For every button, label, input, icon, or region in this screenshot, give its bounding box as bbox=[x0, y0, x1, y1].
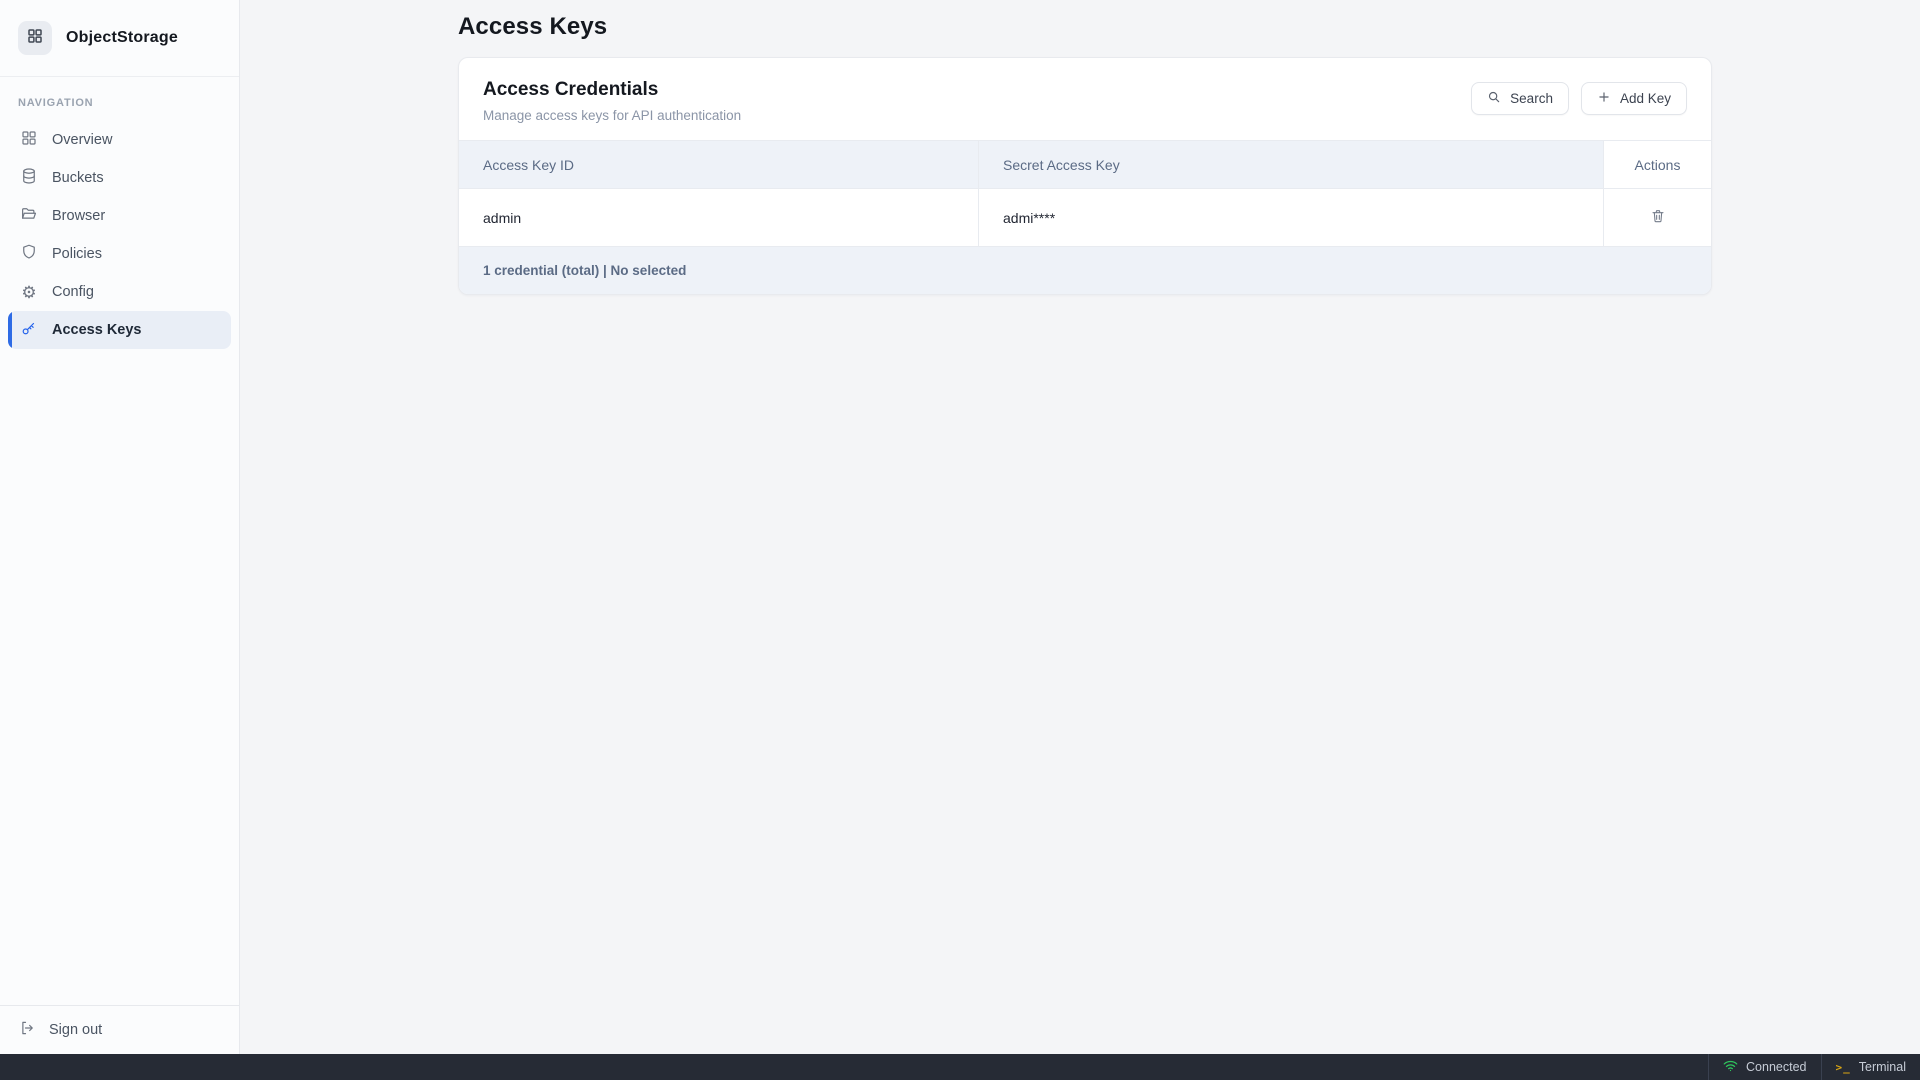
add-key-button-label: Add Key bbox=[1620, 91, 1671, 106]
credentials-table: Access Key ID Secret Access Key Actions … bbox=[459, 140, 1711, 294]
column-header-access-key-id: Access Key ID bbox=[459, 141, 979, 188]
app-logo-button[interactable] bbox=[18, 21, 52, 55]
card-title: Access Credentials bbox=[483, 79, 741, 101]
table-footer-text: 1 credential (total) | No selected bbox=[483, 263, 686, 278]
sidebar-item-label: Browser bbox=[52, 208, 105, 224]
sidebar-item-buckets[interactable]: Buckets bbox=[0, 159, 239, 197]
grid-icon bbox=[26, 27, 44, 50]
sidebar: ObjectStorage NAVIGATION Overview bbox=[0, 0, 240, 1054]
search-button[interactable]: Search bbox=[1471, 82, 1569, 115]
sign-out-button[interactable]: Sign out bbox=[18, 1019, 221, 1041]
terminal-label: Terminal bbox=[1859, 1060, 1906, 1074]
app-title: ObjectStorage bbox=[66, 29, 178, 47]
terminal-prompt-icon: >_ bbox=[1836, 1061, 1851, 1074]
sidebar-item-label: Overview bbox=[52, 132, 112, 148]
column-header-secret-access-key: Secret Access Key bbox=[979, 141, 1604, 188]
terminal-launcher[interactable]: >_ Terminal bbox=[1821, 1054, 1920, 1080]
app-root: ObjectStorage NAVIGATION Overview bbox=[0, 0, 1920, 1080]
grid-icon bbox=[20, 129, 38, 151]
wifi-icon bbox=[1723, 1059, 1738, 1075]
search-button-label: Search bbox=[1510, 91, 1553, 106]
sidebar-item-label: Config bbox=[52, 284, 94, 300]
plus-icon bbox=[1597, 90, 1611, 107]
main-content: Access Keys Access Credentials Manage ac… bbox=[240, 0, 1920, 1054]
trash-icon bbox=[1650, 208, 1666, 227]
sidebar-item-overview[interactable]: Overview bbox=[0, 121, 239, 159]
folder-icon bbox=[20, 205, 38, 227]
table-footer: 1 credential (total) | No selected bbox=[459, 247, 1711, 294]
page-title: Access Keys bbox=[458, 13, 1712, 41]
key-icon bbox=[20, 319, 38, 341]
sidebar-item-label: Buckets bbox=[52, 170, 104, 186]
column-header-actions: Actions bbox=[1604, 141, 1711, 188]
table-header-row: Access Key ID Secret Access Key Actions bbox=[459, 141, 1711, 189]
sidebar-item-label: Policies bbox=[52, 246, 102, 262]
connection-status-label: Connected bbox=[1746, 1060, 1806, 1074]
sidebar-item-policies[interactable]: Policies bbox=[0, 235, 239, 273]
cell-actions bbox=[1604, 189, 1711, 246]
logout-icon bbox=[18, 1019, 36, 1041]
connection-status: Connected bbox=[1708, 1054, 1820, 1080]
card-header-text: Access Credentials Manage access keys fo… bbox=[483, 79, 741, 123]
shield-icon bbox=[20, 243, 38, 265]
sidebar-header: ObjectStorage bbox=[0, 0, 239, 77]
nav-section-label: NAVIGATION bbox=[0, 97, 239, 109]
gear-icon: ⚙ bbox=[20, 284, 38, 301]
card-subtitle: Manage access keys for API authenticatio… bbox=[483, 108, 741, 123]
sidebar-item-config[interactable]: ⚙ Config bbox=[0, 273, 239, 311]
card-actions: Search Add Key bbox=[1471, 79, 1687, 115]
database-icon bbox=[20, 167, 38, 189]
sidebar-footer: Sign out bbox=[0, 1005, 239, 1054]
sidebar-item-browser[interactable]: Browser bbox=[0, 197, 239, 235]
main-row: ObjectStorage NAVIGATION Overview bbox=[0, 0, 1920, 1054]
taskbar: Connected >_ Terminal bbox=[0, 1054, 1920, 1080]
sidebar-nav: NAVIGATION Overview bbox=[0, 77, 239, 1005]
sign-out-label: Sign out bbox=[49, 1022, 102, 1038]
add-key-button[interactable]: Add Key bbox=[1581, 82, 1687, 115]
delete-key-button[interactable] bbox=[1646, 204, 1670, 231]
cell-access-key-id: admin bbox=[459, 189, 979, 246]
card-header: Access Credentials Manage access keys fo… bbox=[459, 58, 1711, 140]
cell-secret-access-key: admi**** bbox=[979, 189, 1604, 246]
sidebar-item-access-keys[interactable]: Access Keys bbox=[8, 311, 231, 349]
access-credentials-card: Access Credentials Manage access keys fo… bbox=[458, 57, 1712, 295]
sidebar-item-label: Access Keys bbox=[52, 322, 142, 338]
search-icon bbox=[1487, 90, 1501, 107]
table-row[interactable]: admin admi**** bbox=[459, 189, 1711, 247]
